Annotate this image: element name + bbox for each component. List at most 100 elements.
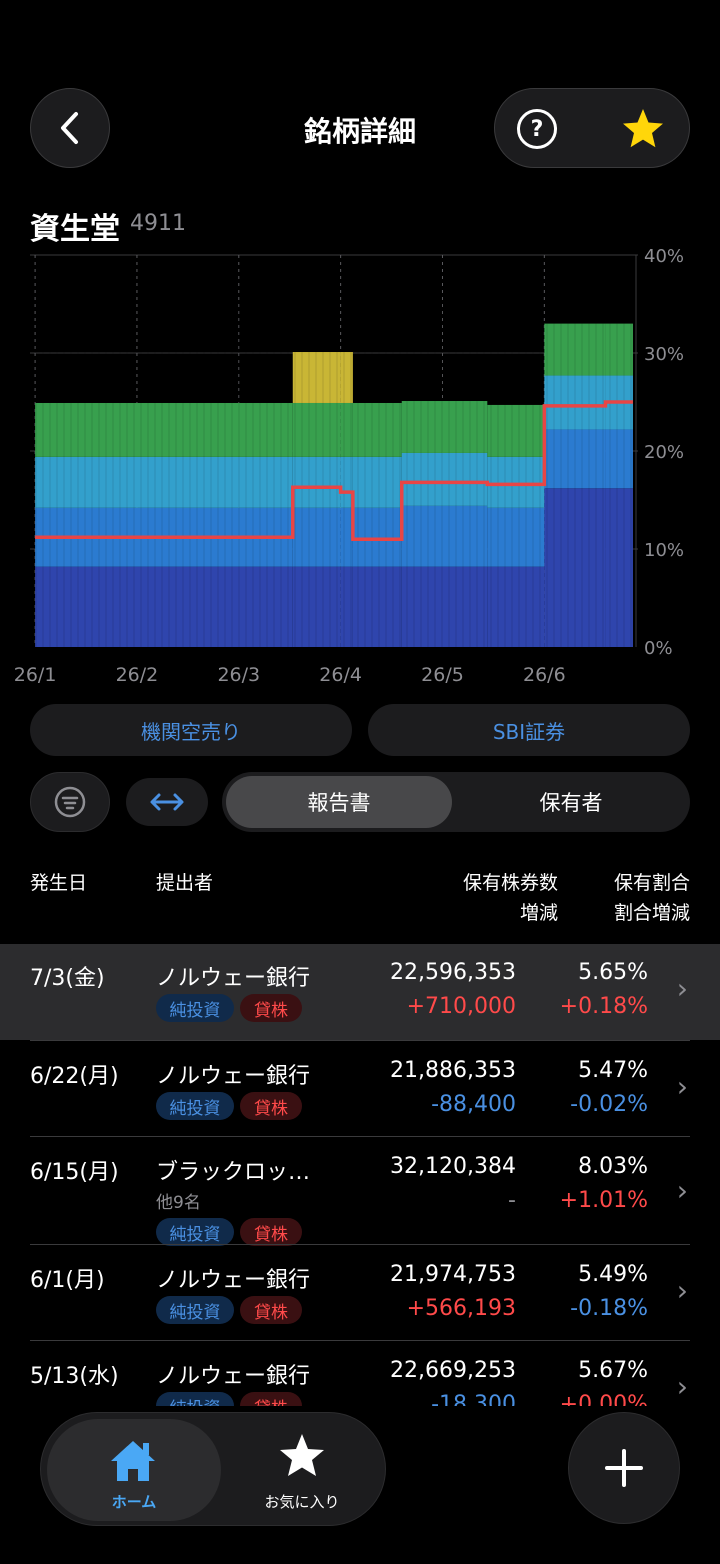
chevron-right-icon[interactable]: › (677, 972, 688, 1005)
holding-ratio: 5.47% (578, 1058, 648, 1083)
badge-stock-lending: 貸株 (240, 1296, 302, 1324)
badge-stock-lending: 貸株 (240, 1392, 302, 1406)
stack-area-layer-1 (401, 566, 488, 647)
ratio-change: +0.00% (559, 1392, 648, 1406)
co-filers-count: 他9名 (156, 1193, 201, 1213)
column-ratio-change: 割合増減 (613, 902, 690, 924)
x-tick-label: 26/3 (217, 664, 260, 686)
y-tick-label: 0% (644, 638, 673, 659)
filer-name: ノルウェー銀行 (156, 1268, 311, 1293)
report-date: 5/13(水) (30, 1364, 119, 1389)
y-tick-label: 30% (644, 344, 684, 365)
report-date: 6/1(月) (30, 1268, 105, 1293)
holding-ratio: 5.67% (578, 1358, 648, 1383)
shares-held: 21,974,753 (390, 1262, 516, 1287)
stack-area-layer-3 (352, 456, 402, 508)
stack-area-layer-3 (401, 452, 488, 506)
badge-pure-investment: 純投資 (156, 1296, 234, 1324)
report-date: 7/3(金) (30, 966, 105, 991)
short-selling-button[interactable]: 機関空売り (30, 704, 352, 756)
badge-pure-investment: 純投資 (156, 1092, 234, 1120)
stack-area-layer-4 (352, 402, 402, 457)
stack-area-layer-1 (352, 566, 402, 647)
column-filer: 提出者 (156, 872, 214, 894)
stack-area-layer-4 (487, 404, 545, 457)
filer-name: ノルウェー銀行 (156, 1364, 311, 1389)
favorite-star-icon[interactable] (619, 105, 667, 153)
badge-pure-investment: 純投資 (156, 1218, 234, 1246)
stack-area-layer-2 (401, 505, 488, 567)
shares-held: 21,886,353 (390, 1058, 516, 1083)
stack-area-layer-4 (401, 401, 488, 453)
swap-button[interactable] (126, 778, 208, 826)
table-row[interactable]: 6/15(月) ブラックロッ… 32,120,384 - 8.03% +1.01% 他9名純… (0, 1138, 720, 1246)
holding-ratio: 5.65% (578, 960, 648, 985)
column-shares: 保有株券数 (462, 872, 558, 894)
stack-area-layer-3 (35, 456, 293, 508)
sbi-securities-button[interactable]: SBI証券 (368, 704, 690, 756)
ratio-change: +0.18% (559, 994, 648, 1019)
tab-favorites[interactable]: お気に入り (223, 1419, 381, 1521)
shares-change: +566,193 (406, 1296, 516, 1321)
shares-held: 32,120,384 (390, 1154, 516, 1179)
holdings-ratio-chart[interactable]: 40% 30% 20% 10% 0% 26/1 26/2 26/3 26/4 26/5 26/6 (0, 240, 720, 690)
report-holder-switch: 報告書 保有者 (222, 772, 690, 832)
tab-reports[interactable]: 報告書 (226, 776, 452, 828)
badge-stock-lending: 貸株 (240, 1218, 302, 1246)
y-tick-label: 40% (644, 246, 684, 267)
report-date: 6/22(月) (30, 1064, 119, 1089)
badge-stock-lending: 貸株 (240, 994, 302, 1022)
table-row[interactable]: 7/3(金) ノルウェー銀行 22,596,353 +710,000 5.65% +0.1… (0, 944, 720, 1040)
holding-ratio: 8.03% (578, 1154, 648, 1179)
stack-area-layer-1 (292, 566, 341, 647)
table-row[interactable]: 6/22(月) ノルウェー銀行 21,886,353 -88,400 5.47% -0.0… (0, 1042, 720, 1136)
bottom-tab-bar: ホーム お気に入り (40, 1412, 386, 1526)
filter-button[interactable] (30, 772, 110, 832)
ratio-change: -0.18% (570, 1296, 648, 1321)
help-icon[interactable]: ? (517, 109, 557, 149)
stack-area-layer-2 (487, 507, 545, 567)
ratio-change: -0.02% (570, 1092, 648, 1117)
x-tick-label: 26/4 (319, 664, 362, 686)
row-divider (30, 1040, 690, 1041)
column-ratio: 保有割合 (613, 872, 690, 894)
filer-name: ブラックロッ… (156, 1160, 311, 1185)
stock-code: 4911 (130, 211, 186, 236)
chevron-right-icon[interactable]: › (677, 1274, 688, 1307)
column-shares-change: 増減 (519, 902, 558, 924)
shares-change: +710,000 (406, 994, 516, 1019)
tab-home-label: ホーム (111, 1493, 157, 1511)
chevron-right-icon[interactable]: › (677, 1174, 688, 1207)
y-tick-label: 20% (644, 442, 684, 463)
x-tick-label: 26/2 (116, 664, 159, 686)
table-row[interactable]: 5/13(水) ノルウェー銀行 22,669,253 -18,300 5.67% +0.0… (0, 1342, 720, 1406)
holding-ratio: 5.49% (578, 1262, 648, 1287)
stack-area-layer-1 (487, 566, 545, 647)
plus-icon (605, 1449, 643, 1487)
stack-area-layer-2 (292, 507, 341, 567)
swap-arrows-icon (150, 793, 184, 811)
row-divider (30, 1244, 690, 1245)
column-date: 発生日 (30, 872, 88, 894)
stack-area-layer-5 (292, 352, 341, 403)
stack-area-layer-4 (35, 402, 293, 457)
header-actions: ? (494, 88, 690, 168)
tab-home[interactable]: ホーム (47, 1419, 221, 1521)
row-divider (30, 1136, 690, 1137)
stack-area-layer-3 (292, 456, 341, 508)
badge-stock-lending: 貸株 (240, 1092, 302, 1120)
x-tick-label: 26/6 (523, 664, 566, 686)
y-tick-label: 10% (644, 540, 684, 561)
report-date: 6/15(月) (30, 1160, 119, 1185)
filer-name: ノルウェー銀行 (156, 966, 311, 991)
stack-area-layer-3 (487, 456, 545, 508)
add-button[interactable] (568, 1412, 680, 1524)
shares-held: 22,669,253 (390, 1358, 516, 1383)
table-row[interactable]: 6/1(月) ノルウェー銀行 21,974,753 +566,193 5.49% -0.1… (0, 1246, 720, 1340)
shares-change: - (508, 1188, 516, 1213)
chevron-right-icon[interactable]: › (677, 1070, 688, 1103)
shares-change: -88,400 (431, 1092, 516, 1117)
chevron-right-icon[interactable]: › (677, 1370, 688, 1403)
shares-held: 22,596,353 (390, 960, 516, 985)
tab-holders[interactable]: 保有者 (458, 776, 684, 828)
